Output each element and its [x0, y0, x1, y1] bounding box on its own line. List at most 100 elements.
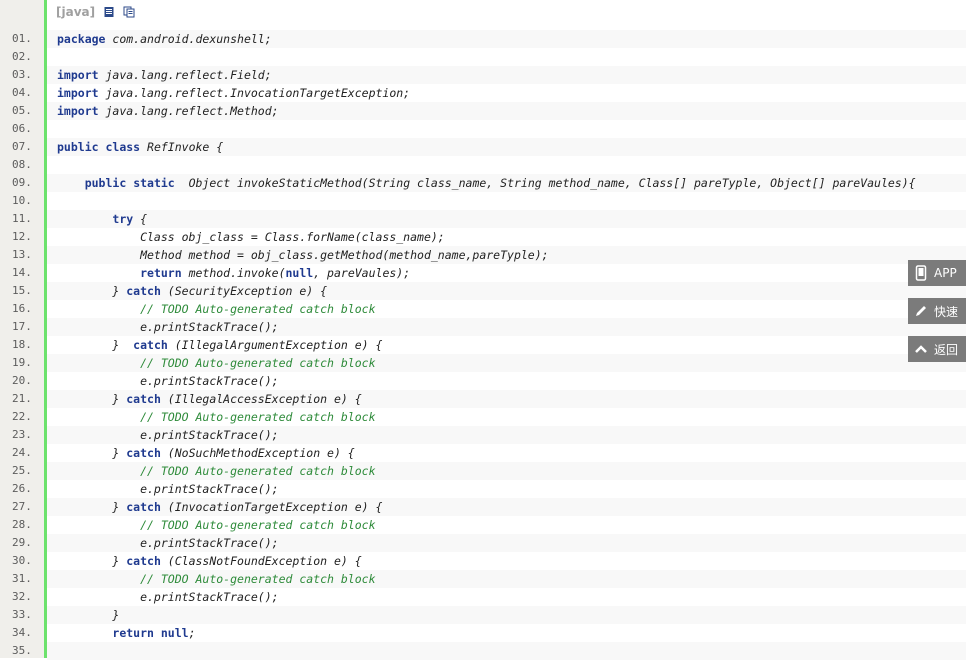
keyword-token: static	[133, 176, 175, 190]
code-line: 28. // TODO Auto-generated catch block	[0, 516, 966, 534]
code-line: 30. } catch (ClassNotFoundException e) {	[0, 552, 966, 570]
line-number: 20.	[12, 374, 32, 387]
view-source-icon[interactable]	[103, 6, 115, 18]
code-text	[47, 642, 966, 660]
line-number: 13.	[12, 248, 32, 261]
code-line: 06.	[0, 120, 966, 138]
code-text: Method method = obj_class.getMethod(meth…	[47, 246, 966, 264]
line-number: 18.	[12, 338, 32, 351]
line-number: 34.	[12, 626, 32, 639]
keyword-token: null	[285, 266, 314, 280]
code-token: java.lang.reflect.Field;	[98, 68, 272, 82]
code-line: 10.	[0, 192, 966, 210]
code-token: RefInvoke {	[140, 140, 224, 154]
code-text: import java.lang.reflect.InvocationTarge…	[47, 84, 966, 102]
code-text: } catch (IllegalAccessException e) {	[47, 390, 966, 408]
line-number: 02.	[12, 50, 32, 63]
keyword-token: catch	[126, 500, 161, 514]
code-token: java.lang.reflect.Method;	[98, 104, 279, 118]
phone-icon	[908, 265, 934, 281]
code-text: e.printStackTrace();	[47, 372, 966, 390]
code-text: // TODO Auto-generated catch block	[47, 408, 966, 426]
keyword-token: package	[57, 32, 106, 46]
code-token: }	[57, 284, 127, 298]
line-number: 19.	[12, 356, 32, 369]
code-text: return null;	[47, 624, 966, 642]
code-line: 25. // TODO Auto-generated catch block	[0, 462, 966, 480]
code-line: 29. e.printStackTrace();	[0, 534, 966, 552]
code-text: // TODO Auto-generated catch block	[47, 354, 966, 372]
keyword-token: catch	[126, 446, 161, 460]
code-token: method.invoke(	[181, 266, 286, 280]
code-line: 09. public static Object invokeStaticMet…	[0, 174, 966, 192]
quick-reply-label: 快速	[934, 304, 959, 319]
line-number: 05.	[12, 104, 32, 117]
code-token: Class obj_class = Class.forName(class_na…	[57, 230, 445, 244]
code-text: package com.android.dexunshell;	[47, 30, 966, 48]
code-token: Object invokeStaticMethod(String class_n…	[174, 176, 916, 190]
line-number: 24.	[12, 446, 32, 459]
code-text: try {	[47, 210, 966, 228]
line-number: 15.	[12, 284, 32, 297]
code-text: import java.lang.reflect.Method;	[47, 102, 966, 120]
code-token: }	[57, 608, 120, 622]
code-line: 17. e.printStackTrace();	[0, 318, 966, 336]
line-number: 10.	[12, 194, 32, 207]
chevron-up-icon	[908, 342, 934, 356]
code-line: 26. e.printStackTrace();	[0, 480, 966, 498]
code-line: 35.	[0, 642, 966, 660]
line-number: 06.	[12, 122, 32, 135]
code-line: 15. } catch (SecurityException e) {	[0, 282, 966, 300]
code-text: public static Object invokeStaticMethod(…	[47, 174, 966, 192]
code-line: 32. e.printStackTrace();	[0, 588, 966, 606]
keyword-token: catch	[126, 284, 161, 298]
quick-reply-button[interactable]: 快速	[908, 298, 966, 324]
code-line: 03. import java.lang.reflect.Field;	[0, 66, 966, 84]
line-number: 26.	[12, 482, 32, 495]
code-text: e.printStackTrace();	[47, 588, 966, 606]
back-to-top-button[interactable]: 返回	[908, 336, 966, 362]
code-line: 23. e.printStackTrace();	[0, 426, 966, 444]
line-number: 16.	[12, 302, 32, 315]
code-line: 08.	[0, 156, 966, 174]
code-token: }	[57, 338, 134, 352]
code-token: ;	[188, 626, 196, 640]
code-line: 20. e.printStackTrace();	[0, 372, 966, 390]
app-button-label: APP	[934, 266, 957, 280]
keyword-token: catch	[126, 392, 161, 406]
code-line: 24. } catch (NoSuchMethodException e) {	[0, 444, 966, 462]
code-line: 07. public class RefInvoke {	[0, 138, 966, 156]
code-token: {	[133, 212, 148, 226]
keyword-token: catch	[133, 338, 168, 352]
code-line: 11. try {	[0, 210, 966, 228]
line-number: 01.	[12, 32, 32, 45]
line-number: 29.	[12, 536, 32, 549]
code-token: (NoSuchMethodException e) {	[160, 446, 355, 460]
code-line: 04. import java.lang.reflect.InvocationTa…	[0, 84, 966, 102]
code-line: 16. // TODO Auto-generated catch block	[0, 300, 966, 318]
code-token: Method method = obj_class.getMethod(meth…	[57, 248, 549, 262]
code-line: 31. // TODO Auto-generated catch block	[0, 570, 966, 588]
code-line: 05. import java.lang.reflect.Method;	[0, 102, 966, 120]
app-button[interactable]: APP	[908, 260, 966, 286]
language-label: [java]	[56, 5, 96, 19]
comment-token: // TODO Auto-generated catch block	[140, 518, 376, 532]
pencil-icon	[908, 304, 934, 318]
line-number: 03.	[12, 68, 32, 81]
line-number: 12.	[12, 230, 32, 243]
code-token: e.printStackTrace();	[57, 374, 279, 388]
code-token: e.printStackTrace();	[57, 320, 279, 334]
code-token: }	[57, 500, 127, 514]
code-text: }	[47, 606, 966, 624]
code-text: e.printStackTrace();	[47, 534, 966, 552]
code-line: 27. } catch (InvocationTargetException e…	[0, 498, 966, 516]
line-number: 08.	[12, 158, 32, 171]
code-toolbar: [java]	[56, 3, 135, 21]
copy-icon[interactable]	[123, 6, 135, 18]
